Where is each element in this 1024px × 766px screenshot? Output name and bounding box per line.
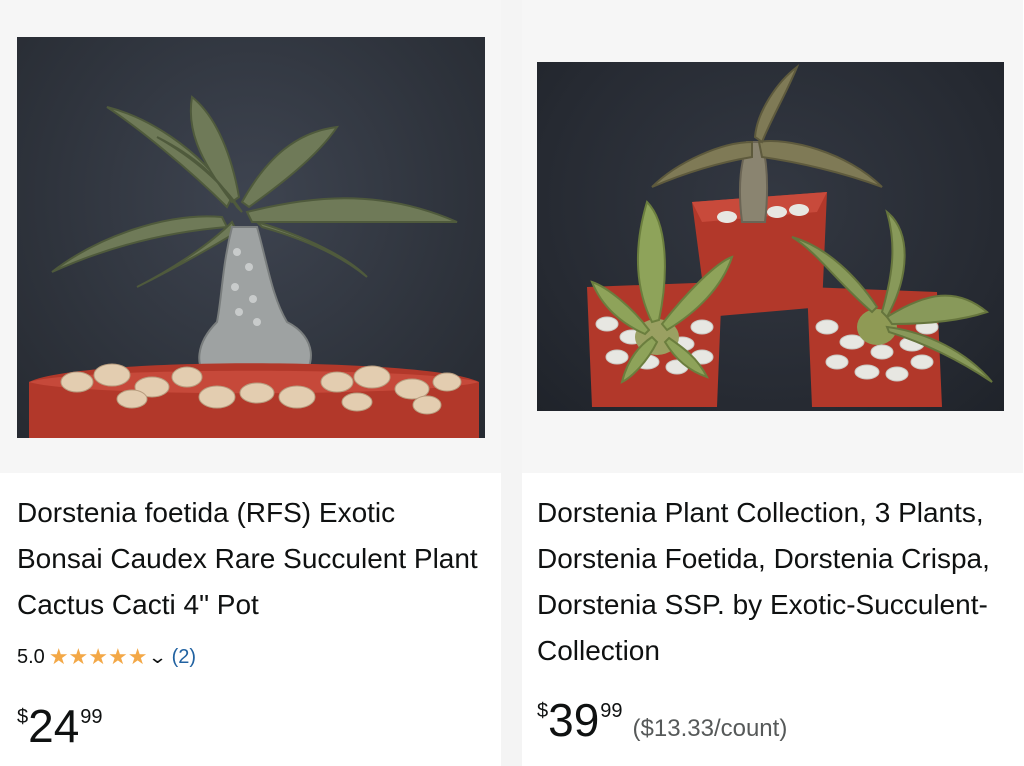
price[interactable]: $ 24 99	[17, 700, 103, 752]
star-icon: ★	[88, 644, 109, 669]
star-icon: ★	[48, 644, 69, 669]
price-currency: $	[537, 700, 549, 722]
rating-row[interactable]: 5.0 ★ ★ ★ ★ ★ ⌄ (2)	[17, 642, 196, 672]
product-image[interactable]	[537, 62, 1004, 411]
price-fraction: 99	[80, 706, 103, 728]
product-title[interactable]: Dorstenia Plant Collection, 3 Plants, Do…	[537, 490, 1017, 674]
plant-illustration	[29, 95, 479, 438]
price[interactable]: $ 39 99 ($13.33/count)	[537, 694, 787, 746]
price-currency: $	[17, 706, 29, 728]
price-whole: 39	[548, 694, 600, 746]
product-image[interactable]	[17, 37, 485, 438]
rating-value: 5.0	[17, 645, 45, 668]
star-icon: ★	[68, 644, 89, 669]
price-whole: 24	[28, 700, 80, 752]
grid-gutter	[501, 0, 522, 766]
plants-illustration	[587, 64, 993, 407]
chevron-down-icon[interactable]: ⌄	[148, 647, 168, 668]
product-card-2[interactable]: Dorstenia Plant Collection, 3 Plants, Do…	[522, 0, 1023, 766]
unit-price: ($13.33/count)	[632, 715, 788, 742]
product-title[interactable]: Dorstenia foetida (RFS) Exotic Bonsai Ca…	[17, 490, 487, 628]
star-icon: ★	[108, 644, 128, 669]
review-count-link[interactable]: (2)	[172, 646, 196, 669]
product-image-area[interactable]	[522, 0, 1023, 473]
price-fraction: 99	[600, 700, 623, 722]
star-rating[interactable]: ★ ★ ★ ★ ★	[49, 646, 148, 668]
product-card-1[interactable]: Dorstenia foetida (RFS) Exotic Bonsai Ca…	[0, 0, 501, 766]
star-icon: ★	[127, 644, 148, 669]
product-image-area[interactable]	[0, 0, 501, 473]
